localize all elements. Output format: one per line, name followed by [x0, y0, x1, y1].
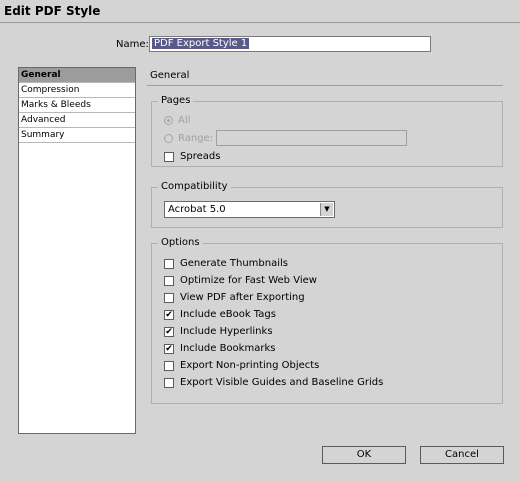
option-row[interactable]: ✔ Include Bookmarks	[164, 342, 275, 355]
name-input[interactable]: PDF Export Style 1	[149, 36, 431, 52]
chevron-down-icon[interactable]: ▼	[320, 203, 333, 216]
spreads-row[interactable]: Spreads	[164, 150, 220, 163]
option-row[interactable]: Export Visible Guides and Baseline Grids	[164, 376, 383, 389]
ok-button[interactable]: OK	[322, 446, 406, 464]
options-group: Options Generate Thumbnails Optimize for…	[151, 237, 503, 404]
option-label: View PDF after Exporting	[180, 292, 305, 303]
option-row[interactable]: Generate Thumbnails	[164, 257, 288, 270]
option-label: Include Bookmarks	[180, 343, 276, 354]
sidebar-item-general[interactable]: General	[19, 68, 135, 83]
window-title: Edit PDF Style	[4, 4, 101, 18]
sidebar-item-marks-bleeds[interactable]: Marks & Bleeds	[19, 98, 135, 113]
pages-all-radio-row[interactable]: All	[164, 114, 190, 127]
option-row[interactable]: Export Non-printing Objects	[164, 359, 319, 372]
ebook-tags-checkbox[interactable]: ✔	[164, 309, 174, 320]
generate-thumbnails-checkbox[interactable]	[164, 258, 174, 269]
pages-range-radio-row[interactable]: Range:	[164, 132, 213, 145]
option-label: Include eBook Tags	[180, 309, 276, 320]
compatibility-select-value: Acrobat 5.0	[168, 204, 226, 215]
option-label: Optimize for Fast Web View	[180, 275, 317, 286]
pages-all-label: All	[178, 115, 191, 126]
option-label: Export Non-printing Objects	[180, 360, 320, 371]
compatibility-group: Compatibility Acrobat 5.0 ▼	[151, 181, 503, 228]
name-input-value: PDF Export Style 1	[152, 38, 250, 49]
compatibility-group-label: Compatibility	[158, 181, 231, 192]
name-label: Name:	[116, 39, 149, 50]
pages-group-label: Pages	[158, 95, 194, 106]
option-label: Include Hyperlinks	[180, 326, 273, 337]
title-bar: Edit PDF Style	[0, 0, 520, 23]
cancel-button[interactable]: Cancel	[420, 446, 504, 464]
pages-range-label: Range:	[178, 133, 214, 144]
pages-group: Pages All Range: Spreads	[151, 95, 503, 167]
option-row[interactable]: View PDF after Exporting	[164, 291, 305, 304]
option-row[interactable]: Optimize for Fast Web View	[164, 274, 317, 287]
pages-range-input[interactable]	[216, 130, 407, 146]
compatibility-select[interactable]: Acrobat 5.0 ▼	[164, 201, 335, 218]
sidebar-item-summary[interactable]: Summary	[19, 128, 135, 143]
section-title: General	[150, 70, 190, 81]
option-row[interactable]: ✔ Include Hyperlinks	[164, 325, 273, 338]
options-group-label: Options	[158, 237, 203, 248]
spreads-checkbox[interactable]	[164, 151, 174, 162]
pages-all-radio[interactable]	[164, 116, 173, 125]
option-label: Export Visible Guides and Baseline Grids	[180, 377, 384, 388]
sidebar-nav: General Compression Marks & Bleeds Advan…	[18, 67, 136, 434]
sidebar-item-advanced[interactable]: Advanced	[19, 113, 135, 128]
bookmarks-checkbox[interactable]: ✔	[164, 343, 174, 354]
non-printing-objects-checkbox[interactable]	[164, 360, 174, 371]
spreads-label: Spreads	[180, 151, 221, 162]
view-pdf-checkbox[interactable]	[164, 292, 174, 303]
pages-range-radio[interactable]	[164, 134, 173, 143]
option-row[interactable]: ✔ Include eBook Tags	[164, 308, 276, 321]
optimize-web-view-checkbox[interactable]	[164, 275, 174, 286]
visible-guides-checkbox[interactable]	[164, 377, 174, 388]
hyperlinks-checkbox[interactable]: ✔	[164, 326, 174, 337]
option-label: Generate Thumbnails	[180, 258, 288, 269]
section-divider	[147, 85, 503, 86]
sidebar-item-compression[interactable]: Compression	[19, 83, 135, 98]
